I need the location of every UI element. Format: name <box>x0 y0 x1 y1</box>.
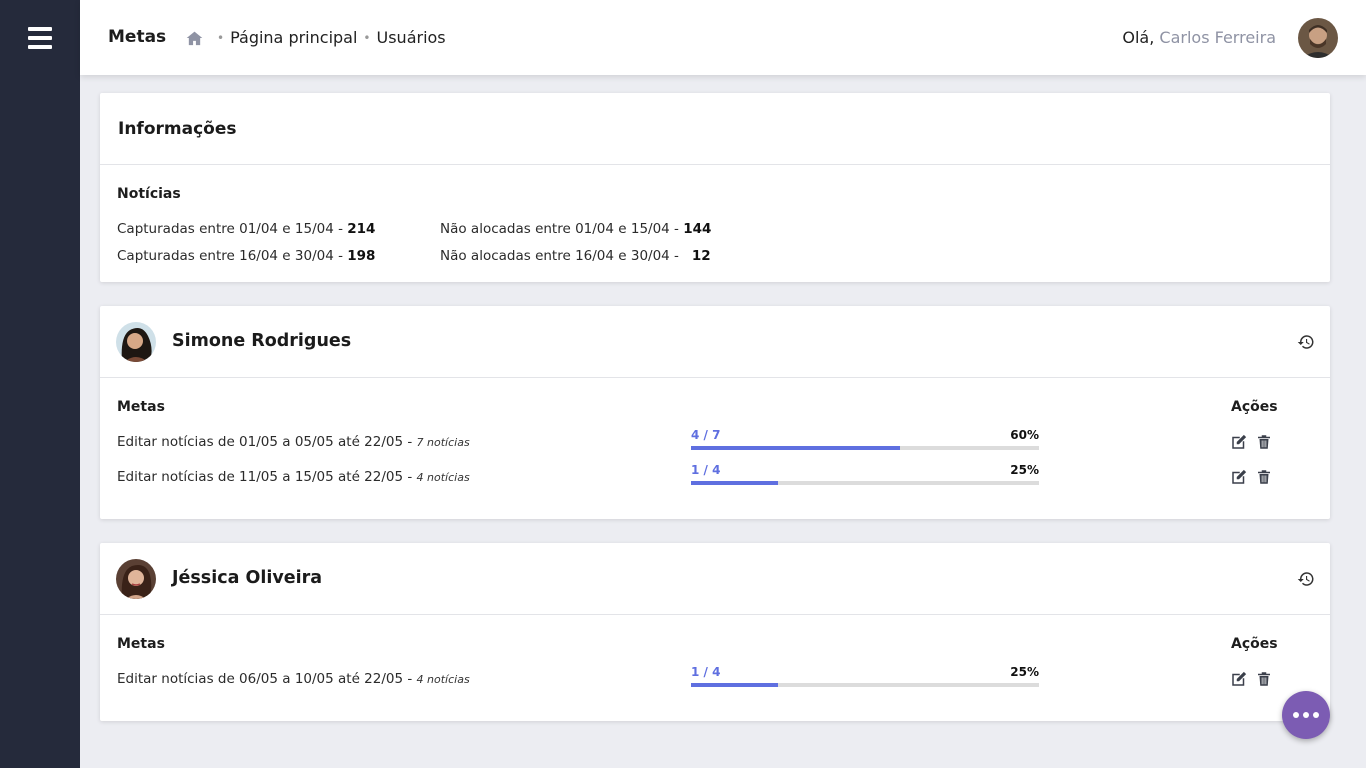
breadcrumb: • Página principal • Usuários <box>186 28 446 47</box>
breadcrumb-users-link[interactable]: Usuários <box>377 28 446 47</box>
history-icon[interactable] <box>1297 570 1315 588</box>
info-card-title: Informações <box>118 119 237 139</box>
goal-progress: 1 / 4 25% <box>691 665 1039 691</box>
home-icon[interactable] <box>186 30 203 46</box>
edit-icon[interactable] <box>1230 433 1248 451</box>
greeting: Olá, Carlos Ferreira <box>1122 28 1276 47</box>
info-line: Não alocadas entre 01/04 e 15/04 - 144 <box>440 221 712 237</box>
user-name: Jéssica Oliveira <box>172 568 323 588</box>
goal-progress: 4 / 7 60% <box>691 428 1039 454</box>
progress-percent: 25% <box>1010 463 1039 477</box>
history-icon[interactable] <box>1297 333 1315 351</box>
goal-actions <box>1230 670 1273 688</box>
more-actions-button[interactable] <box>1282 691 1330 739</box>
top-bar: Metas • Página principal • Usuários Olá,… <box>80 0 1366 75</box>
info-line: Capturadas entre 16/04 e 30/04 - 198 <box>117 248 376 264</box>
menu-icon[interactable] <box>28 27 52 49</box>
goal-actions <box>1230 433 1273 451</box>
goals-label: Metas <box>117 636 165 652</box>
progress-bar <box>691 481 1039 485</box>
progress-bar-fill <box>691 481 778 485</box>
progress-count: 4 / 7 <box>691 428 721 442</box>
sidebar <box>0 0 80 768</box>
trash-icon[interactable] <box>1255 433 1273 451</box>
info-line: Não alocadas entre 16/04 e 30/04 - 12 <box>440 248 711 264</box>
goal-actions <box>1230 468 1273 486</box>
user-card-jessica: Jéssica Oliveira Metas Ações Editar notí… <box>100 543 1330 721</box>
actions-label: Ações <box>1231 636 1278 652</box>
avatar <box>116 559 156 599</box>
actions-label: Ações <box>1231 399 1278 415</box>
page-title: Metas <box>108 27 167 47</box>
trash-icon[interactable] <box>1255 670 1273 688</box>
progress-bar-fill <box>691 446 900 450</box>
news-section-label: Notícias <box>117 186 181 202</box>
goal-text: Editar notícias de 11/05 a 15/05 até 22/… <box>117 469 470 485</box>
trash-icon[interactable] <box>1255 468 1273 486</box>
avatar[interactable] <box>1298 18 1338 58</box>
progress-bar-fill <box>691 683 778 687</box>
avatar <box>116 322 156 362</box>
more-icon <box>1293 712 1299 718</box>
info-line: Capturadas entre 01/04 e 15/04 - 214 <box>117 221 376 237</box>
info-card: Informações Notícias Capturadas entre 01… <box>100 93 1330 282</box>
goal-text: Editar notícias de 06/05 a 10/05 até 22/… <box>117 671 470 687</box>
user-name-link[interactable]: Carlos Ferreira <box>1159 28 1276 47</box>
goal-progress: 1 / 4 25% <box>691 463 1039 489</box>
user-card-simone: Simone Rodrigues Metas Ações Editar notí… <box>100 306 1330 519</box>
progress-percent: 25% <box>1010 665 1039 679</box>
progress-bar <box>691 683 1039 687</box>
goals-label: Metas <box>117 399 165 415</box>
edit-icon[interactable] <box>1230 670 1248 688</box>
edit-icon[interactable] <box>1230 468 1248 486</box>
goal-text: Editar notícias de 01/05 a 05/05 até 22/… <box>117 434 470 450</box>
progress-count: 1 / 4 <box>691 463 721 477</box>
user-name: Simone Rodrigues <box>172 331 352 351</box>
progress-count: 1 / 4 <box>691 665 721 679</box>
progress-bar <box>691 446 1039 450</box>
breadcrumb-home-link[interactable]: Página principal <box>230 28 357 47</box>
progress-percent: 60% <box>1010 428 1039 442</box>
